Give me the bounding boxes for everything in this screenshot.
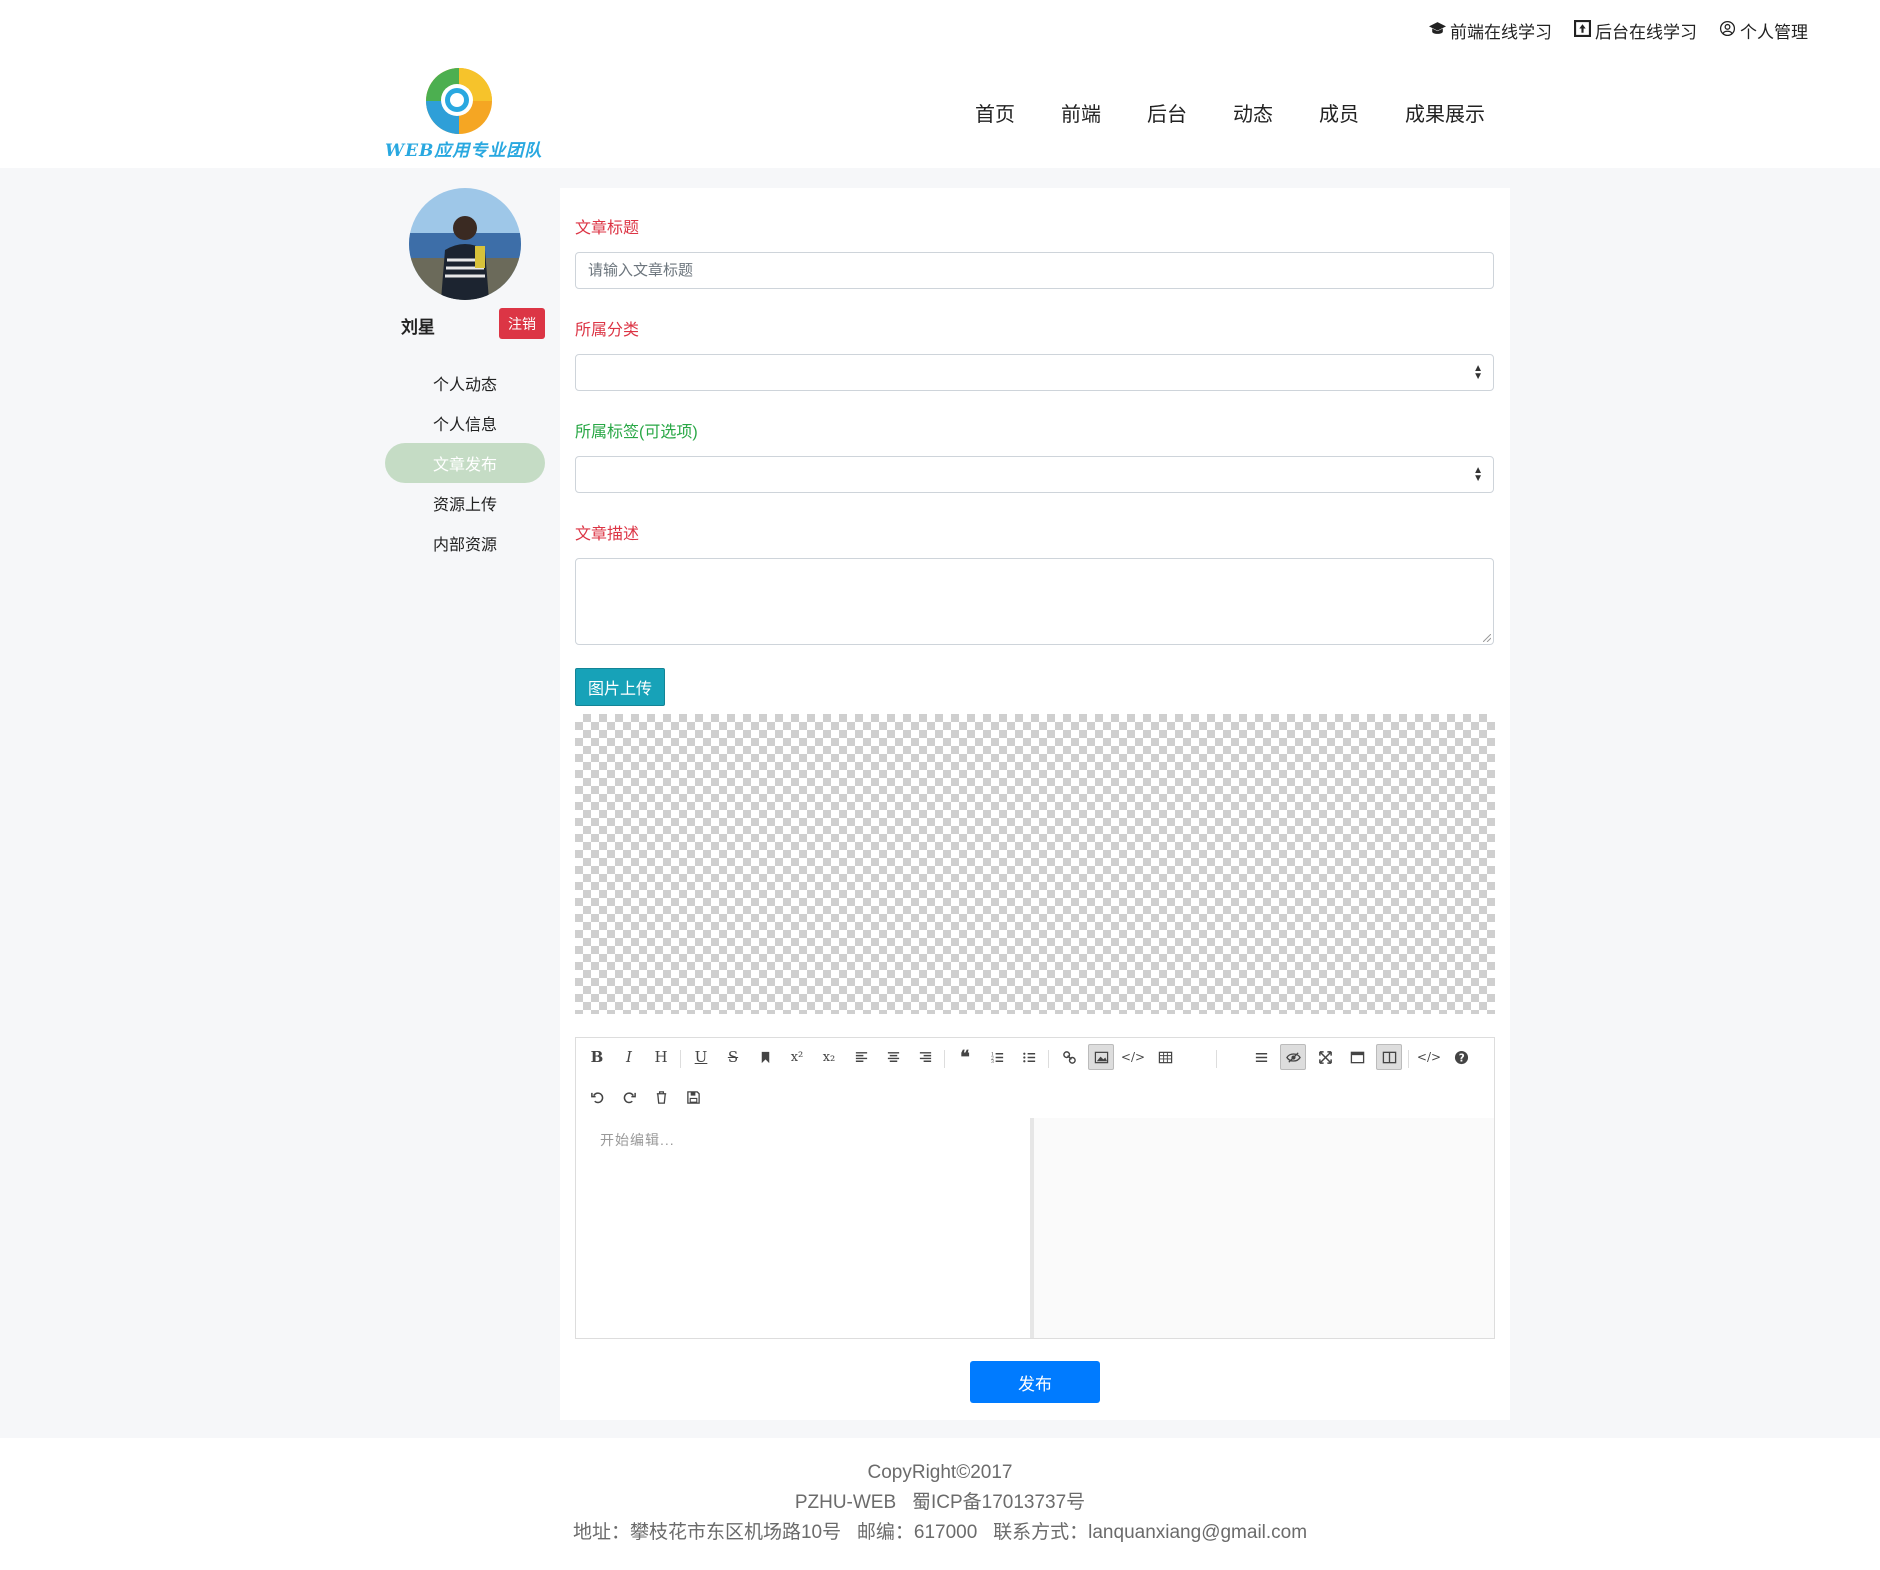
sidebar-item-publish-article[interactable]: 文章发布 [385, 443, 545, 483]
footer-copyright: CopyRight©2017 [867, 1462, 1013, 1483]
link-icon[interactable] [1056, 1044, 1082, 1070]
source-code-icon[interactable]: </> [1416, 1044, 1442, 1070]
italic-icon[interactable]: I [616, 1044, 642, 1070]
sidebar-item-personal-info[interactable]: 个人信息 [385, 403, 545, 443]
toolbar-divider [1216, 1050, 1217, 1068]
user-circle-icon [1719, 20, 1736, 42]
username: 刘星 [401, 318, 435, 337]
table-icon[interactable] [1152, 1044, 1178, 1070]
top-links: 前端在线学习 后台在线学习 个人管理 [1429, 18, 1808, 43]
align-left-icon[interactable] [848, 1044, 874, 1070]
upload-box-icon [1574, 19, 1591, 42]
nav-showcase[interactable]: 成果展示 [1405, 98, 1485, 127]
sidebar-menu: 个人动态 个人信息 文章发布 资源上传 内部资源 [385, 363, 545, 563]
code-icon[interactable]: </> [1120, 1044, 1146, 1070]
publish-button[interactable]: 发布 [970, 1361, 1100, 1403]
fullscreen-icon[interactable] [1312, 1044, 1338, 1070]
editor-input-pane[interactable]: 开始编辑... [576, 1118, 1034, 1338]
underline-icon[interactable]: U [688, 1044, 714, 1070]
nav-frontend[interactable]: 前端 [1061, 98, 1101, 127]
menu-icon[interactable] [1248, 1044, 1274, 1070]
main-nav: 首页 前端 后台 动态 成员 成果展示 [975, 98, 1531, 127]
tag-label: 所属标签(可选项) [575, 424, 698, 441]
title-field[interactable] [575, 252, 1494, 289]
align-right-icon[interactable] [912, 1044, 938, 1070]
save-icon[interactable] [680, 1084, 706, 1110]
toolbar-divider [680, 1050, 681, 1068]
description-textarea[interactable] [575, 558, 1494, 645]
strikethrough-icon[interactable]: S [720, 1044, 746, 1070]
toolbar-divider [1408, 1050, 1409, 1068]
sidebar-item-internal-resources[interactable]: 内部资源 [385, 523, 545, 563]
toolbar-divider [1048, 1050, 1049, 1068]
select-arrows-icon: ▲ ▼ [1473, 465, 1483, 484]
image-preview-area [575, 714, 1495, 1014]
align-center-icon[interactable] [880, 1044, 906, 1070]
category-select[interactable]: ▲ ▼ [575, 354, 1494, 391]
subscript-icon[interactable]: x₂ [816, 1044, 842, 1070]
editor-toolbar: B I H U S x² x₂ ❝ 123 </> </> ? [576, 1038, 1494, 1119]
sidebar-item-upload-resource[interactable]: 资源上传 [385, 483, 545, 523]
frontend-learning-link[interactable]: 前端在线学习 [1429, 18, 1552, 43]
tag-select[interactable]: ▲ ▼ [575, 456, 1494, 493]
image-upload-button[interactable]: 图片上传 [575, 668, 665, 706]
backend-learning-link[interactable]: 后台在线学习 [1574, 18, 1697, 43]
nav-news[interactable]: 动态 [1233, 98, 1273, 127]
split-view-icon[interactable] [1376, 1044, 1402, 1070]
nav-backend[interactable]: 后台 [1147, 98, 1187, 127]
heading-icon[interactable]: H [648, 1044, 674, 1070]
footer-address: 地址：攀枝花市东区机场路10号 邮编：617000 联系方式：lanquanxi… [572, 1522, 1308, 1543]
image-icon[interactable] [1088, 1044, 1114, 1070]
trash-icon[interactable] [648, 1084, 674, 1110]
undo-icon[interactable] [584, 1084, 610, 1110]
footer: CopyRight©2017 PZHU-WEB 蜀ICP备17013737号 地… [0, 1458, 1880, 1548]
title-input[interactable] [576, 253, 1493, 288]
ordered-list-icon[interactable]: 123 [984, 1044, 1010, 1070]
sidebar-item-personal-feed[interactable]: 个人动态 [385, 363, 545, 403]
editor-preview-pane [1034, 1118, 1494, 1338]
editor-placeholder: 开始编辑... [600, 1132, 675, 1148]
logo-text: WEB应用专业团队 [385, 141, 543, 161]
category-label: 所属分类 [575, 322, 640, 339]
quote-icon[interactable]: ❝ [952, 1044, 978, 1070]
svg-text:3: 3 [990, 1059, 993, 1065]
nav-members[interactable]: 成员 [1319, 98, 1359, 127]
preview-icon[interactable] [1280, 1044, 1306, 1070]
resize-grip-icon[interactable] [1483, 634, 1491, 642]
markdown-editor: B I H U S x² x₂ ❝ 123 </> </> ? 开始编辑... [575, 1037, 1495, 1339]
toolbar-divider [944, 1050, 945, 1068]
footer-icp: PZHU-WEB 蜀ICP备17013737号 [794, 1492, 1086, 1513]
unordered-list-icon[interactable] [1016, 1044, 1042, 1070]
title-label: 文章标题 [575, 220, 640, 237]
superscript-icon[interactable]: x² [784, 1044, 810, 1070]
bookmark-icon[interactable] [752, 1044, 778, 1070]
graduation-cap-icon [1429, 20, 1446, 42]
help-icon[interactable]: ? [1448, 1044, 1474, 1070]
select-arrows-icon: ▲ ▼ [1473, 363, 1483, 382]
bold-icon[interactable]: B [584, 1044, 610, 1070]
svg-text:?: ? [1458, 1052, 1464, 1064]
description-label: 文章描述 [575, 526, 640, 543]
personal-management-link[interactable]: 个人管理 [1719, 18, 1808, 43]
avatar [409, 188, 521, 300]
redo-icon[interactable] [616, 1084, 642, 1110]
logout-button[interactable]: 注销 [499, 308, 545, 339]
window-icon[interactable] [1344, 1044, 1370, 1070]
nav-home[interactable]: 首页 [975, 98, 1015, 127]
